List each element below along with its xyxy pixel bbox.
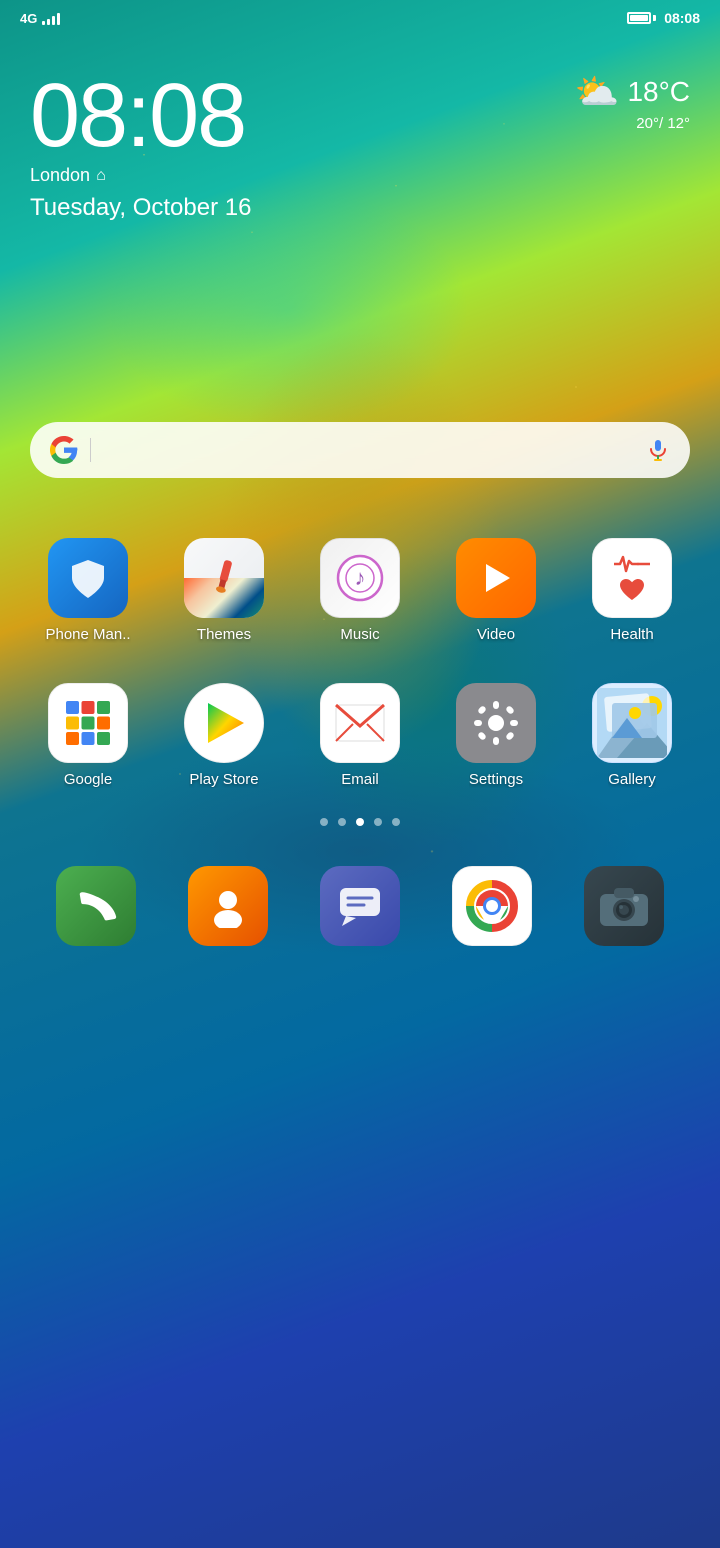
- play-triangle-icon: [476, 558, 516, 598]
- themes-icon: [184, 538, 264, 618]
- app-item-email[interactable]: Email: [305, 683, 415, 788]
- contacts-icon: [188, 866, 268, 946]
- app-item-phone-manager[interactable]: Phone Man..: [33, 538, 143, 643]
- date-display: Tuesday, October 16: [30, 194, 690, 222]
- status-right: 08:08: [627, 10, 700, 26]
- app-item-gallery[interactable]: Gallery: [577, 683, 687, 788]
- search-container: [0, 402, 720, 498]
- messages-icon: [320, 866, 400, 946]
- music-icon: ♪: [320, 538, 400, 618]
- weather-icon: ⛅: [575, 71, 620, 113]
- handset-icon: [74, 884, 118, 928]
- dock-camera[interactable]: [569, 866, 679, 946]
- dock-chrome[interactable]: [437, 866, 547, 946]
- video-icon: [456, 538, 536, 618]
- status-left: 4G: [20, 11, 60, 26]
- video-label: Video: [477, 626, 515, 643]
- signal-bar-2: [47, 19, 50, 25]
- status-time: 08:08: [664, 10, 700, 26]
- app-item-play-store[interactable]: Play Store: [169, 683, 279, 788]
- page-dot-5[interactable]: [392, 818, 400, 826]
- app-row-2: Google Play Store: [0, 673, 720, 798]
- signal-bar-3: [52, 16, 55, 25]
- clock-area: 08:08 London ⌂ ⛅ 18°C 20°/ 12° Tuesday, …: [0, 31, 720, 242]
- phone-manager-icon: [48, 538, 128, 618]
- app-item-google[interactable]: Google: [33, 683, 143, 788]
- page-dot-4[interactable]: [374, 818, 382, 826]
- google-logo-icon: [50, 436, 78, 464]
- dock: [0, 846, 720, 976]
- google-icon: [48, 683, 128, 763]
- paintbrush-icon: [204, 558, 244, 598]
- envelope-icon: [335, 704, 385, 742]
- chat-bubble-icon: [336, 884, 384, 928]
- network-indicator: 4G: [20, 11, 37, 26]
- signal-bar-1: [42, 21, 45, 25]
- settings-label: Settings: [469, 771, 523, 788]
- google-label: Google: [64, 771, 112, 788]
- health-icon: [592, 538, 672, 618]
- weather-range: 20°/ 12°: [575, 115, 690, 132]
- location-row: London ⌂: [30, 165, 245, 186]
- camera-icon: [584, 866, 664, 946]
- svg-text:♪: ♪: [355, 565, 366, 590]
- heart-icon: [618, 578, 646, 602]
- app-item-video[interactable]: Video: [441, 538, 551, 643]
- mic-icon[interactable]: [646, 438, 670, 462]
- search-divider: [90, 438, 91, 462]
- app-row-1: Phone Man.. Themes ♪ Music: [0, 528, 720, 653]
- gallery-label: Gallery: [608, 771, 656, 788]
- play-store-triangle-icon: [200, 699, 248, 747]
- dock-messages[interactable]: [305, 866, 415, 946]
- play-store-label: Play Store: [189, 771, 258, 788]
- shield-icon: [66, 556, 110, 600]
- settings-icon: [456, 683, 536, 763]
- phone-call-icon: [56, 866, 136, 946]
- gallery-icon: [592, 683, 672, 763]
- page-dots: [0, 798, 720, 846]
- phone-manager-label: Phone Man..: [45, 626, 130, 643]
- email-icon: [320, 683, 400, 763]
- chrome-logo-icon: [464, 878, 520, 934]
- signal-bars: [42, 11, 60, 25]
- signal-bar-4: [57, 13, 60, 25]
- weather-widget: ⛅ 18°C 20°/ 12°: [575, 71, 690, 132]
- dock-phone[interactable]: [41, 866, 151, 946]
- app-item-health[interactable]: Health: [577, 538, 687, 643]
- status-bar: 4G 08:08: [0, 0, 720, 31]
- heartbeat-icon: [614, 554, 650, 574]
- page-dot-1[interactable]: [320, 818, 328, 826]
- email-label: Email: [341, 771, 379, 788]
- dock-contacts[interactable]: [173, 866, 283, 946]
- time-location: 08:08 London ⌂: [30, 71, 245, 186]
- weather-temp: 18°C: [627, 76, 690, 108]
- search-bar[interactable]: [30, 422, 690, 478]
- themes-label: Themes: [197, 626, 251, 643]
- app-item-music[interactable]: ♪ Music: [305, 538, 415, 643]
- health-label: Health: [610, 626, 653, 643]
- music-note-icon: ♪: [335, 553, 385, 603]
- battery-icon: [627, 12, 656, 24]
- app-item-settings[interactable]: Settings: [441, 683, 551, 788]
- play-store-icon: [184, 683, 264, 763]
- page-dot-2[interactable]: [338, 818, 346, 826]
- clock-time: 08:08: [30, 71, 245, 161]
- google-apps-icon: [62, 697, 114, 749]
- city-name: London: [30, 165, 90, 186]
- music-label: Music: [340, 626, 379, 643]
- gear-icon: [472, 699, 520, 747]
- home-icon: ⌂: [96, 167, 106, 185]
- person-icon: [206, 884, 250, 928]
- page-dot-3[interactable]: [356, 818, 364, 826]
- app-item-themes[interactable]: Themes: [169, 538, 279, 643]
- chrome-icon: [452, 866, 532, 946]
- gallery-photo-icon: [597, 688, 667, 758]
- camera-body-icon: [598, 884, 650, 928]
- health-icon-inner: [614, 554, 650, 602]
